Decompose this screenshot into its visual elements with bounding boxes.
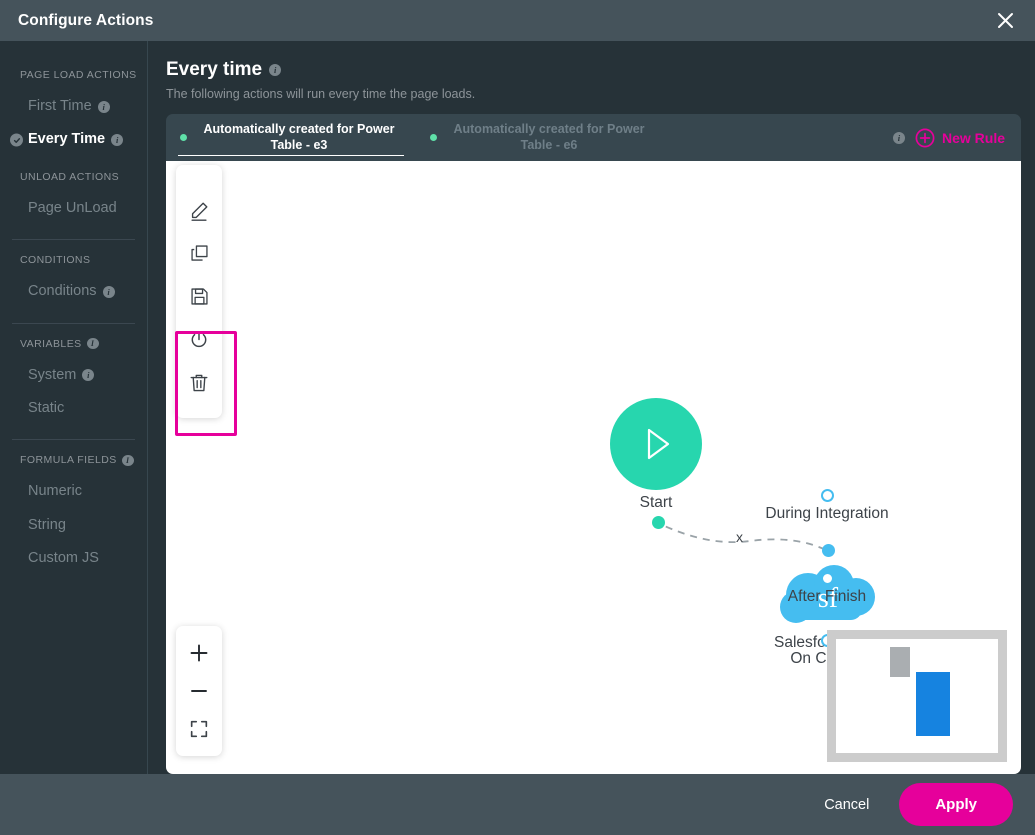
sidebar-item-numeric[interactable]: Numeric <box>0 475 147 508</box>
new-rule-button[interactable]: New Rule <box>915 128 1005 148</box>
sidebar-item-label: Static <box>28 399 65 416</box>
sidebar-item-label: Custom JS <box>28 550 99 567</box>
tab-bar-actions: i New Rule <box>892 114 1021 161</box>
sidebar-item-label: Numeric <box>28 483 82 500</box>
sidebar-item-label: String <box>28 516 66 533</box>
edit-icon <box>191 202 208 221</box>
start-node-label: Start <box>639 494 673 511</box>
close-button[interactable] <box>983 0 1027 41</box>
info-icon[interactable]: i <box>269 64 282 76</box>
page-subtitle: The following actions will run every tim… <box>166 87 476 101</box>
dialog-body: PAGE LOAD ACTIONS First Time i Every Tim… <box>0 41 1035 774</box>
output-during-integration[interactable]: During Integration <box>704 489 950 524</box>
tab-power-table-e3[interactable]: Automatically created for Power Table - … <box>166 114 416 161</box>
dialog-titlebar: Configure Actions <box>0 0 1035 41</box>
power-button[interactable] <box>176 318 222 361</box>
copy-icon <box>190 245 208 261</box>
zoom-out-button[interactable] <box>176 672 222 710</box>
cancel-button[interactable]: Cancel <box>802 787 891 823</box>
dialog-title: Configure Actions <box>18 11 154 29</box>
minimap-node <box>890 647 910 677</box>
tab-label: Automatically created for Power Table - … <box>453 121 645 152</box>
sidebar-group-unload-actions: UNLOAD ACTIONS <box>0 157 147 192</box>
sidebar-item-first-time[interactable]: First Time i <box>0 90 147 123</box>
info-icon[interactable]: i <box>82 369 95 382</box>
status-dot-icon <box>430 134 437 141</box>
copy-button[interactable] <box>176 232 222 275</box>
sidebar-group-label: UNLOAD ACTIONS <box>20 170 120 183</box>
edit-button[interactable] <box>176 189 222 232</box>
zoom-in-button[interactable] <box>176 634 222 672</box>
output-label: During Integration <box>765 505 889 522</box>
apply-button[interactable]: Apply <box>899 783 1013 826</box>
sidebar-group-conditions: CONDITIONS <box>0 240 147 275</box>
sidebar-item-label: Page UnLoad <box>28 199 117 216</box>
sidebar-item-label: Every Time <box>28 131 106 148</box>
zoom-out-icon <box>191 690 207 692</box>
sidebar-item-custom-js[interactable]: Custom JS <box>0 542 147 575</box>
play-icon <box>647 428 670 460</box>
dialog-footer: Cancel Apply <box>0 774 1035 835</box>
check-icon <box>10 133 23 147</box>
start-output-port[interactable] <box>652 516 665 529</box>
output-port-icon[interactable] <box>820 489 834 502</box>
info-icon[interactable]: i <box>121 454 134 466</box>
sidebar-item-label: First Time <box>28 98 92 114</box>
start-node-circle[interactable] <box>610 398 702 490</box>
sidebar-item-conditions[interactable]: Conditions i <box>0 275 147 308</box>
power-icon <box>191 330 207 347</box>
sidebar-group-label: VARIABLES <box>20 337 82 350</box>
fit-screen-button[interactable] <box>176 710 222 748</box>
sidebar-item-string[interactable]: String <box>0 509 147 542</box>
plus-circle-icon <box>915 128 935 147</box>
info-icon[interactable]: i <box>86 338 99 350</box>
output-port-icon[interactable] <box>820 572 834 585</box>
info-icon[interactable]: i <box>892 131 905 144</box>
sidebar: PAGE LOAD ACTIONS First Time i Every Tim… <box>0 41 148 774</box>
minimap[interactable] <box>827 630 1007 762</box>
connector-delete-marker[interactable]: x <box>736 529 743 545</box>
flow-canvas[interactable]: x Start sf Salesforce During Integration… <box>166 161 1021 774</box>
sidebar-item-static[interactable]: Static <box>0 392 147 425</box>
node-toolbar <box>175 165 237 436</box>
main-panel: Every time i The following actions will … <box>148 41 1035 774</box>
sidebar-item-page-unload[interactable]: Page UnLoad <box>0 192 147 225</box>
zoom-controls <box>176 626 222 756</box>
sidebar-item-every-time[interactable]: Every Time i <box>0 123 147 156</box>
info-icon[interactable]: i <box>102 285 115 298</box>
salesforce-input-port[interactable] <box>822 544 835 557</box>
fit-screen-icon <box>190 720 208 738</box>
output-after-finish[interactable]: After Finish <box>704 572 950 607</box>
delete-button[interactable] <box>176 361 222 404</box>
close-icon <box>997 13 1013 28</box>
sidebar-group-page-load-actions: PAGE LOAD ACTIONS <box>0 55 147 90</box>
sidebar-item-label: System <box>28 366 77 383</box>
sidebar-group-variables: VARIABLES i <box>0 324 147 359</box>
node-start[interactable]: Start <box>610 398 702 513</box>
sidebar-group-formula-fields: FORMULA FIELDS i <box>0 440 147 475</box>
tab-bar: Automatically created for Power Table - … <box>166 114 1021 161</box>
trash-icon <box>190 374 208 391</box>
tab-power-table-e6[interactable]: Automatically created for Power Table - … <box>416 114 666 161</box>
sidebar-group-label: PAGE LOAD ACTIONS <box>20 69 137 81</box>
zoom-in-icon <box>190 644 208 662</box>
output-label: After Finish <box>787 588 867 605</box>
info-icon[interactable]: i <box>111 134 124 147</box>
sidebar-group-label: FORMULA FIELDS <box>20 454 117 467</box>
info-icon[interactable]: i <box>97 100 110 113</box>
page-title-text: Every time <box>166 59 263 80</box>
tab-label: Automatically created for Power Table - … <box>203 121 395 152</box>
configure-actions-dialog: Configure Actions PAGE LOAD ACTIONS Firs… <box>0 0 1035 835</box>
sidebar-item-label: Conditions <box>28 283 97 300</box>
save-icon <box>190 288 208 305</box>
new-rule-label: New Rule <box>941 129 1005 146</box>
save-button[interactable] <box>176 275 222 318</box>
sidebar-item-system[interactable]: System i <box>0 359 147 392</box>
sidebar-group-label: CONDITIONS <box>20 254 91 267</box>
page-title: Every time i <box>166 59 1021 81</box>
minimap-viewport[interactable] <box>916 672 950 736</box>
status-dot-icon <box>180 134 187 141</box>
